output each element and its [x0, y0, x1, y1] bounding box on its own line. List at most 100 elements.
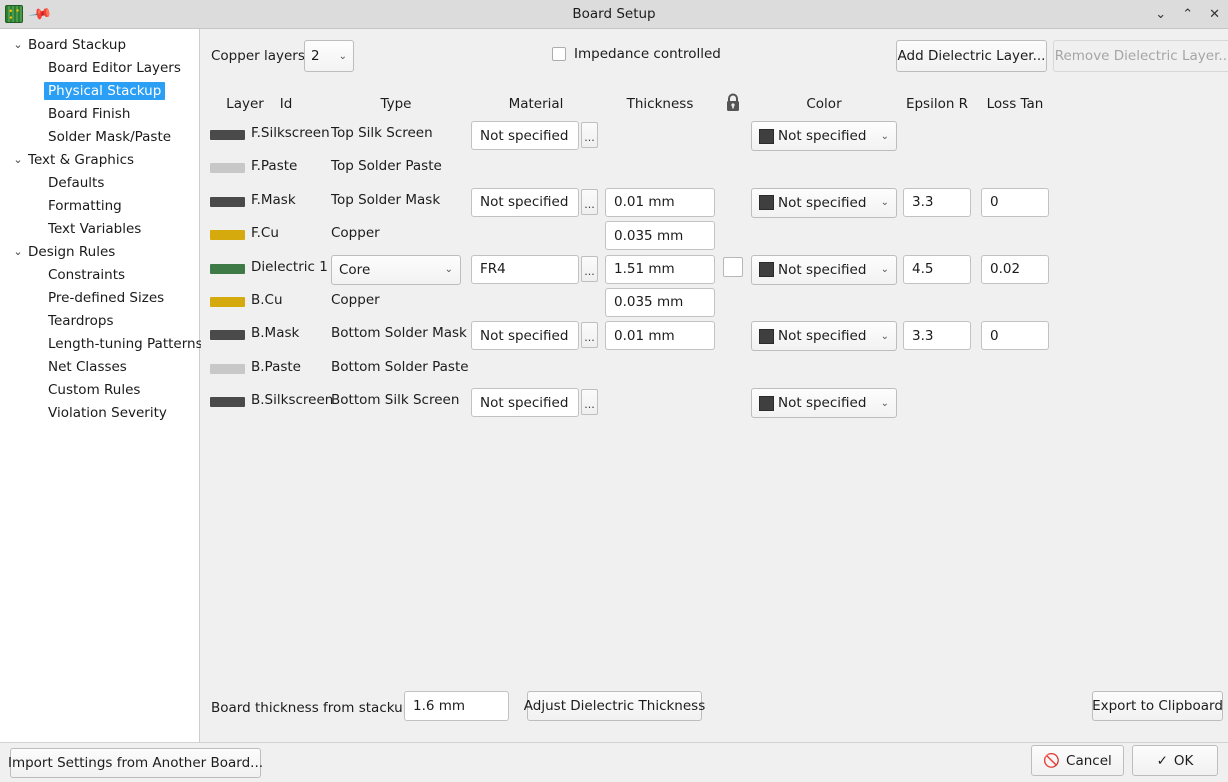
- layer-type: Top Solder Paste: [331, 158, 442, 175]
- layer-id: B.Cu: [251, 291, 283, 308]
- color-select[interactable]: Not specified ⌄: [751, 321, 897, 352]
- minimize-icon[interactable]: ⌄: [1155, 8, 1166, 21]
- sidebar-item-label: Teardrops: [48, 312, 114, 329]
- color-value: Not specified: [778, 395, 867, 412]
- chevron-down-icon[interactable]: ⌄: [8, 153, 28, 166]
- column-header-material: Material: [508, 96, 564, 112]
- color-chip-icon: [759, 128, 774, 144]
- window-title: Board Setup: [572, 6, 656, 22]
- loss-tan-field[interactable]: 0: [981, 321, 1049, 351]
- board-thickness-bar: Board thickness from stackup: 1.6 mm Adj…: [211, 691, 1223, 725]
- layer-id: F.Cu: [251, 225, 279, 242]
- material-field[interactable]: Not specified: [471, 121, 579, 150]
- sidebar-item-board-finish[interactable]: Board Finish: [0, 102, 199, 125]
- color-chip-icon: [759, 328, 774, 344]
- copper-layers-select[interactable]: 2 ⌄: [304, 40, 354, 72]
- layer-color-swatch: [210, 163, 245, 174]
- color-select[interactable]: Not specified ⌄: [751, 254, 897, 285]
- add-dielectric-layer-button[interactable]: Add Dielectric Layer...: [896, 40, 1047, 72]
- column-header-id: Id: [279, 96, 293, 112]
- loss-tan-field[interactable]: 0.02: [981, 254, 1049, 284]
- sidebar-item-label: Board Stackup: [28, 36, 127, 53]
- layer-color-swatch: [210, 363, 245, 374]
- chevron-down-icon[interactable]: ⌄: [8, 38, 28, 51]
- table-row: B.Paste Bottom Solder Paste: [201, 353, 1228, 386]
- color-select[interactable]: Not specified ⌄: [751, 388, 897, 419]
- ok-button[interactable]: ✓ OK: [1132, 745, 1218, 776]
- sidebar-item-solder-mask-paste[interactable]: Solder Mask/Paste: [0, 125, 199, 148]
- color-value: Not specified: [778, 128, 867, 144]
- sidebar-item-pre-defined-sizes[interactable]: Pre-defined Sizes: [0, 286, 199, 309]
- lock-icon: [721, 92, 745, 118]
- sidebar-item-label: Constraints: [48, 266, 126, 283]
- thickness-field[interactable]: 0.035 mm: [605, 221, 715, 251]
- stackup-toolbar: Copper layers: 2 ⌄ Impedance controlled …: [211, 40, 1228, 72]
- color-chip-icon: [759, 262, 774, 278]
- layer-id: F.Paste: [251, 158, 298, 175]
- sidebar-item-teardrops[interactable]: Teardrops: [0, 309, 199, 332]
- import-settings-button[interactable]: Import Settings from Another Board...: [8, 748, 263, 778]
- dielectric-type-select[interactable]: Core ⌄: [331, 254, 461, 285]
- sidebar-item-constraints[interactable]: Constraints: [0, 263, 199, 286]
- sidebar-item-defaults[interactable]: Defaults: [0, 171, 199, 194]
- sidebar-item-label: Physical Stackup: [44, 81, 166, 100]
- color-select[interactable]: Not specified ⌄: [751, 121, 897, 151]
- checkbox-box: [552, 47, 566, 61]
- layer-type: Copper: [331, 291, 380, 308]
- material-field[interactable]: Not specified: [471, 388, 579, 418]
- settings-tree-sidebar: ⌄ Board Stackup Board Editor Layers Physica…: [0, 29, 203, 742]
- color-select[interactable]: Not specified ⌄: [751, 187, 897, 218]
- sidebar-item-label: Board Finish: [48, 105, 131, 122]
- sidebar-item-formatting[interactable]: Formatting: [0, 194, 199, 217]
- material-field[interactable]: Not specified: [471, 321, 579, 351]
- impedance-controlled-checkbox[interactable]: Impedance controlled: [552, 46, 721, 62]
- table-row: F.Cu Copper 0.035 mm: [201, 219, 1228, 252]
- layer-color-swatch: [210, 130, 245, 140]
- table-row: Dielectric 1 Core ⌄ FR4... 1.51 mm Not specif…: [201, 253, 1228, 286]
- remove-dielectric-layer-button: Remove Dielectric Layer...: [1053, 40, 1228, 72]
- epsilon-r-field[interactable]: 3.3: [903, 321, 971, 351]
- chevron-down-icon[interactable]: ⌄: [8, 245, 28, 258]
- material-browse-button[interactable]: ...: [581, 122, 598, 148]
- sidebar-item-board-stackup[interactable]: ⌄ Board Stackup: [0, 33, 199, 56]
- color-value: Not specified: [778, 328, 867, 345]
- sidebar-item-board-editor-layers[interactable]: Board Editor Layers: [0, 56, 199, 79]
- layer-type: Bottom Solder Paste: [331, 358, 469, 375]
- sidebar-item-length-tuning-patterns[interactable]: Length-tuning Patterns: [0, 332, 203, 355]
- sidebar-item-design-rules[interactable]: ⌄ Design Rules: [0, 240, 199, 263]
- board-thickness-label: Board thickness from stackup:: [211, 700, 416, 716]
- material-browse-button[interactable]: ...: [581, 322, 598, 349]
- export-to-clipboard-button[interactable]: Export to Clipboard: [1092, 691, 1223, 721]
- maximize-icon[interactable]: ⌃: [1182, 8, 1193, 21]
- thickness-field[interactable]: 0.035 mm: [605, 287, 715, 317]
- stackup-table-header: Layer Id Type Material Thickness Color E…: [201, 89, 1228, 119]
- sidebar-item-text-graphics[interactable]: ⌄ Text & Graphics: [0, 148, 199, 171]
- thickness-field[interactable]: 0.01 mm: [605, 321, 715, 351]
- sidebar-item-label: Text Variables: [48, 220, 142, 237]
- layer-id: B.Paste: [251, 358, 301, 375]
- loss-tan-field[interactable]: 0: [981, 187, 1049, 217]
- material-browse-button[interactable]: ...: [581, 255, 598, 282]
- epsilon-r-field[interactable]: 4.5: [903, 254, 971, 284]
- thickness-field[interactable]: 1.51 mm: [605, 254, 715, 284]
- board-thickness-value[interactable]: 1.6 mm: [404, 691, 509, 721]
- epsilon-r-field[interactable]: 3.3: [903, 187, 971, 217]
- layer-type: Top Solder Mask: [331, 191, 441, 208]
- stackup-table-rows: F.Silkscreen Top Silk Screen Not specified…: [201, 119, 1228, 420]
- adjust-dielectric-thickness-button[interactable]: Adjust Dielectric Thickness: [524, 691, 705, 721]
- sidebar-item-label: Board Editor Layers: [48, 59, 181, 76]
- material-field[interactable]: FR4: [471, 254, 579, 284]
- sidebar-item-text-variables[interactable]: Text Variables: [0, 217, 199, 240]
- sidebar-item-net-classes[interactable]: Net Classes: [0, 355, 199, 378]
- stackup-table: Layer Id Type Material Thickness Color E…: [201, 89, 1228, 420]
- sidebar-item-violation-severity[interactable]: Violation Severity: [0, 401, 199, 424]
- sidebar-item-custom-rules[interactable]: Custom Rules: [0, 378, 199, 401]
- close-icon[interactable]: ✕: [1209, 8, 1220, 21]
- thickness-lock-checkbox[interactable]: [723, 256, 743, 277]
- thickness-field[interactable]: 0.01 mm: [605, 187, 715, 217]
- cancel-button[interactable]: 🚫 Cancel: [1031, 745, 1124, 776]
- material-browse-button[interactable]: ...: [581, 389, 598, 416]
- material-field[interactable]: Not specified: [471, 187, 579, 217]
- sidebar-item-physical-stackup[interactable]: Physical Stackup: [0, 79, 199, 102]
- material-browse-button[interactable]: ...: [581, 188, 598, 215]
